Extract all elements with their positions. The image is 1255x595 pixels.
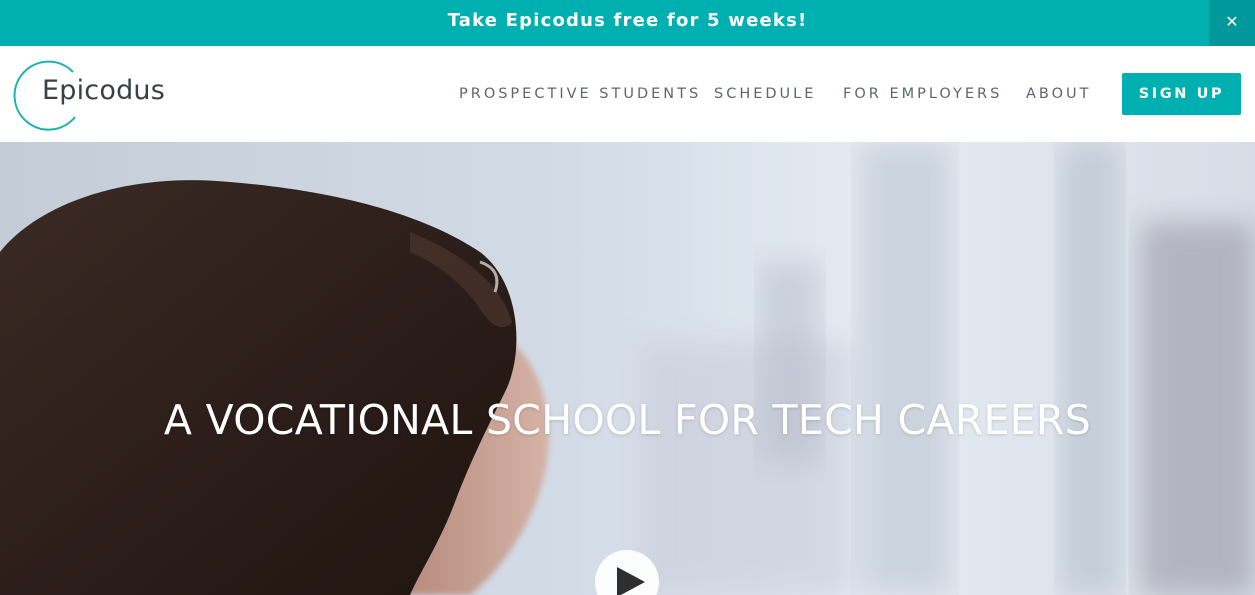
logo-text: Epicodus xyxy=(42,75,165,106)
play-video-button[interactable] xyxy=(595,550,659,595)
banner-text[interactable]: Take Epicodus free for 5 weeks! xyxy=(0,0,1255,46)
nav-schedule[interactable]: SCHEDULE xyxy=(714,46,816,142)
hero-background-image xyxy=(0,142,1255,595)
site-header: Epicodus PROSPECTIVE STUDENTS SCHEDULE F… xyxy=(0,46,1255,142)
nav-about[interactable]: ABOUT xyxy=(1026,46,1092,142)
announcement-banner: Take Epicodus free for 5 weeks! ✕ xyxy=(0,0,1255,46)
nav-prospective-students[interactable]: PROSPECTIVE STUDENTS xyxy=(459,46,701,142)
nav-for-employers[interactable]: FOR EMPLOYERS xyxy=(843,46,1002,142)
banner-close-button[interactable]: ✕ xyxy=(1209,0,1255,46)
play-icon xyxy=(617,567,645,595)
sign-up-button[interactable]: SIGN UP xyxy=(1122,73,1241,115)
close-icon: ✕ xyxy=(1225,12,1239,31)
epicodus-logo[interactable]: Epicodus xyxy=(11,57,181,131)
hero-title: A VOCATIONAL SCHOOL FOR TECH CAREERS xyxy=(163,396,1092,444)
hero-section: A VOCATIONAL SCHOOL FOR TECH CAREERS xyxy=(0,142,1255,595)
